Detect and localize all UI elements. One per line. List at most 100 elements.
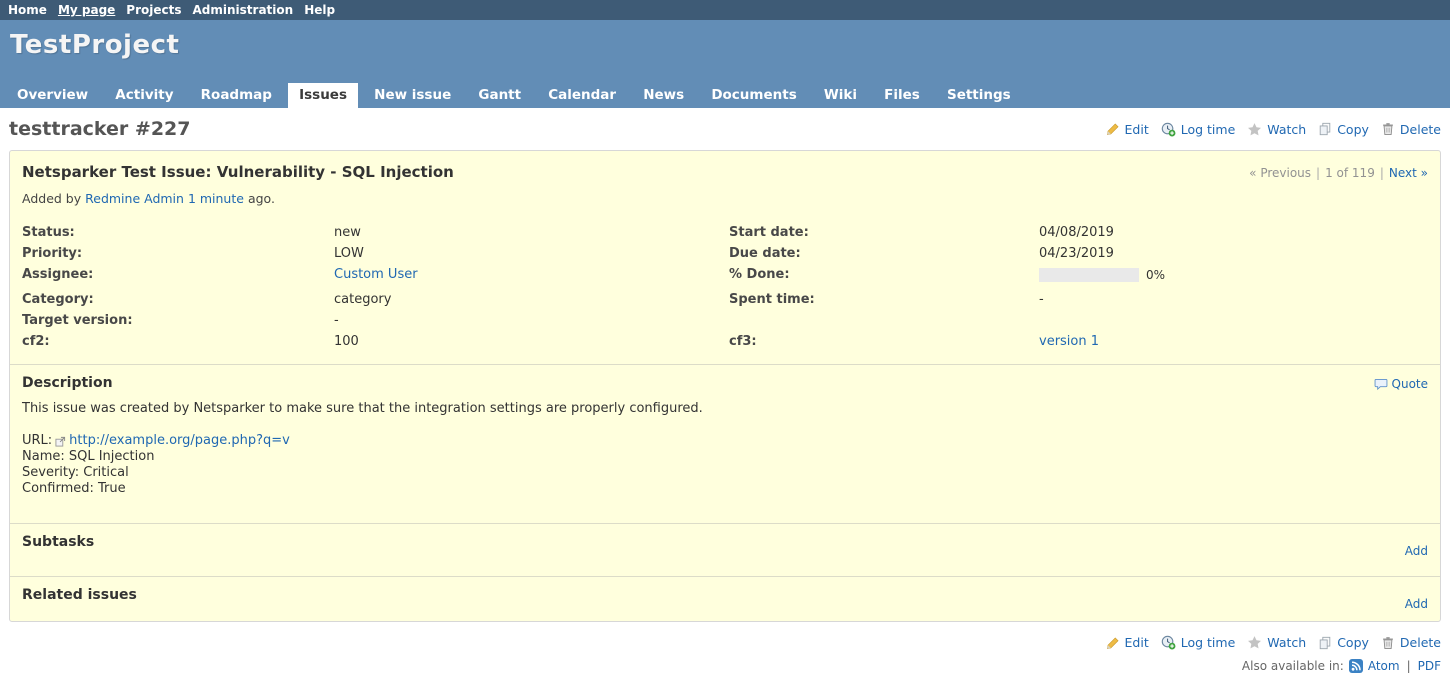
tab-files[interactable]: Files bbox=[873, 83, 931, 108]
tab-documents[interactable]: Documents bbox=[700, 83, 807, 108]
start-date-label: Start date: bbox=[729, 225, 1039, 240]
attribute-row-status: Status: new Start date: 04/08/2019 bbox=[22, 222, 1428, 243]
description-line: Confirmed: True bbox=[22, 481, 1428, 497]
pencil-icon bbox=[1106, 636, 1120, 650]
delete-link[interactable]: Delete bbox=[1400, 635, 1441, 650]
priority-label: Priority: bbox=[22, 246, 334, 261]
copy-link[interactable]: Copy bbox=[1337, 635, 1369, 650]
star-icon bbox=[1247, 122, 1262, 137]
tab-activity[interactable]: Activity bbox=[104, 83, 184, 108]
description-section: Description Quote This issue was created… bbox=[22, 375, 1428, 511]
issue-pagination: « Previous|1 of 119|Next » bbox=[1249, 166, 1428, 180]
also-available-label: Also available in: bbox=[1242, 659, 1344, 673]
issue-details-box: Netsparker Test Issue: Vulnerability - S… bbox=[9, 150, 1441, 622]
copy-icon bbox=[1318, 122, 1332, 136]
description-heading: Description bbox=[22, 375, 113, 391]
menu-home[interactable]: Home bbox=[8, 3, 47, 17]
progress-bar bbox=[1039, 268, 1139, 282]
status-label: Status: bbox=[22, 225, 334, 240]
tab-overview[interactable]: Overview bbox=[6, 83, 99, 108]
category-label: Category: bbox=[22, 292, 334, 307]
attribute-row-target-version: Target version: - bbox=[22, 310, 1428, 331]
percent-done-label: % Done: bbox=[729, 267, 1039, 282]
menu-help[interactable]: Help bbox=[304, 3, 335, 17]
cf2-value: 100 bbox=[334, 334, 729, 349]
target-version-value: - bbox=[334, 313, 729, 328]
attribute-row-custom-fields: cf2: 100 cf3: version 1 bbox=[22, 331, 1428, 352]
watch-link[interactable]: Watch bbox=[1267, 122, 1306, 137]
created-time-link[interactable]: 1 minute bbox=[188, 191, 244, 206]
attribute-row-assignee: Assignee: Custom User % Done: 0% bbox=[22, 264, 1428, 285]
url-label: URL: bbox=[22, 433, 52, 449]
issue-subject: Netsparker Test Issue: Vulnerability - S… bbox=[22, 163, 454, 181]
edit-link[interactable]: Edit bbox=[1125, 635, 1149, 650]
quote-icon bbox=[1374, 377, 1388, 391]
divider bbox=[10, 523, 1440, 524]
tab-settings[interactable]: Settings bbox=[936, 83, 1022, 108]
description-line: Severity: Critical bbox=[22, 465, 1428, 481]
log-time-link[interactable]: Log time bbox=[1181, 635, 1236, 650]
watch-link[interactable]: Watch bbox=[1267, 635, 1306, 650]
previous-link-disabled: « Previous bbox=[1249, 166, 1311, 180]
page-title: testtracker #227 bbox=[9, 118, 190, 140]
other-formats: Also available in: Atom | PDF bbox=[9, 659, 1441, 673]
attribute-row-category: Category: category Spent time: - bbox=[22, 289, 1428, 310]
start-date-value: 04/08/2019 bbox=[1039, 225, 1428, 240]
description-line: Name: SQL Injection bbox=[22, 449, 1428, 465]
header-band: TestProject Overview Activity Roadmap Is… bbox=[0, 20, 1450, 108]
priority-value: LOW bbox=[334, 246, 729, 261]
tab-issues[interactable]: Issues bbox=[288, 83, 358, 108]
menu-my-page[interactable]: My page bbox=[58, 3, 115, 17]
tab-wiki[interactable]: Wiki bbox=[813, 83, 868, 108]
menu-administration[interactable]: Administration bbox=[193, 3, 294, 17]
atom-link[interactable]: Atom bbox=[1368, 659, 1400, 673]
cf3-version-link[interactable]: version 1 bbox=[1039, 334, 1099, 349]
delete-link[interactable]: Delete bbox=[1400, 122, 1441, 137]
related-issues-heading: Related issues bbox=[22, 587, 137, 603]
issue-actions-bottom: Edit Log time Watch Copy Delete bbox=[1106, 635, 1441, 650]
description-paragraph: This issue was created by Netsparker to … bbox=[22, 401, 1428, 416]
tab-roadmap[interactable]: Roadmap bbox=[190, 83, 283, 108]
clock-plus-icon bbox=[1161, 122, 1176, 137]
divider bbox=[10, 364, 1440, 365]
target-version-label: Target version: bbox=[22, 313, 334, 328]
spent-time-label: Spent time: bbox=[729, 292, 1039, 307]
edit-link[interactable]: Edit bbox=[1125, 122, 1149, 137]
add-subtask-link[interactable]: Add bbox=[1405, 544, 1428, 558]
external-link-icon bbox=[55, 436, 66, 447]
attribute-row-priority: Priority: LOW Due date: 04/23/2019 bbox=[22, 243, 1428, 264]
due-date-value: 04/23/2019 bbox=[1039, 246, 1428, 261]
issue-actions-top: Edit Log time Watch Copy Delete bbox=[1106, 122, 1441, 137]
project-title: TestProject bbox=[0, 20, 1450, 60]
add-related-issue-link[interactable]: Add bbox=[1405, 597, 1428, 611]
trash-icon bbox=[1381, 122, 1395, 136]
assignee-link[interactable]: Custom User bbox=[334, 267, 418, 282]
tab-new-issue[interactable]: New issue bbox=[363, 83, 462, 108]
subtasks-section: Subtasks Add bbox=[22, 534, 1428, 564]
tab-news[interactable]: News bbox=[632, 83, 695, 108]
description-url-link[interactable]: http://example.org/page.php?q=v bbox=[69, 433, 290, 449]
next-link[interactable]: Next » bbox=[1389, 166, 1428, 180]
category-value: category bbox=[334, 292, 729, 307]
pdf-link[interactable]: PDF bbox=[1418, 659, 1441, 673]
menu-projects[interactable]: Projects bbox=[126, 3, 181, 17]
spent-time-value: - bbox=[1039, 292, 1428, 307]
log-time-link[interactable]: Log time bbox=[1181, 122, 1236, 137]
top-menu-bar: Home My page Projects Administration Help bbox=[0, 0, 1450, 20]
main-menu: Overview Activity Roadmap Issues New iss… bbox=[6, 83, 1023, 108]
cf3-label: cf3: bbox=[729, 334, 1039, 349]
author-link[interactable]: Redmine Admin bbox=[85, 191, 184, 206]
author-line: Added by Redmine Admin 1 minute ago. bbox=[22, 191, 1428, 206]
trash-icon bbox=[1381, 636, 1395, 650]
clock-plus-icon bbox=[1161, 635, 1176, 650]
tab-gantt[interactable]: Gantt bbox=[467, 83, 532, 108]
pagination-position: 1 of 119 bbox=[1325, 166, 1375, 180]
copy-link[interactable]: Copy bbox=[1337, 122, 1369, 137]
tab-calendar[interactable]: Calendar bbox=[537, 83, 627, 108]
divider bbox=[10, 576, 1440, 577]
percent-done-value: 0% bbox=[1039, 268, 1428, 282]
progress-percent-text: 0% bbox=[1146, 268, 1165, 282]
cf2-label: cf2: bbox=[22, 334, 334, 349]
pencil-icon bbox=[1106, 122, 1120, 136]
quote-link[interactable]: Quote bbox=[1392, 377, 1428, 391]
